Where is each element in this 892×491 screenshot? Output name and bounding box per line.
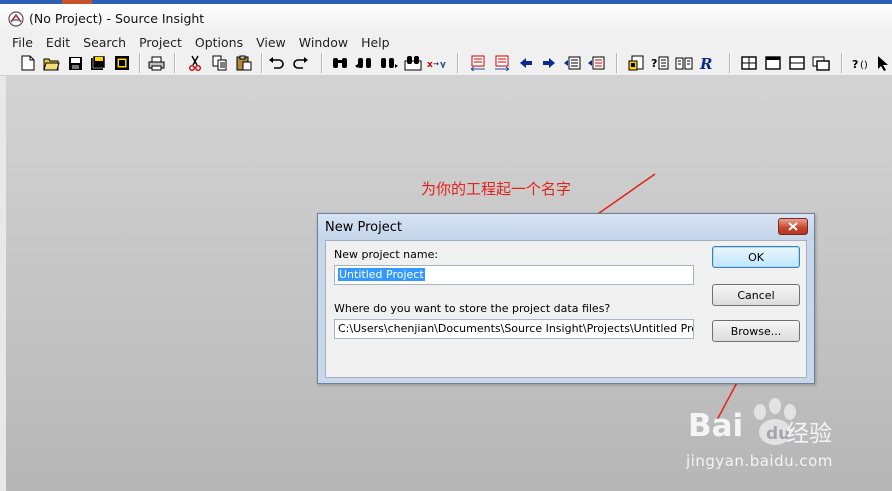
cut-icon[interactable] [186,54,204,72]
symbol-info-icon[interactable]: ? [651,54,669,72]
svg-text:(): () [860,60,868,70]
find-prev-icon[interactable] [355,54,373,72]
svg-text:?: ? [651,57,657,70]
back-arrow-icon[interactable] [517,54,535,72]
watermark-brand-cn: 经验 [786,421,832,447]
project-name-value: Untitled Project [338,268,425,281]
menu-options[interactable]: Options [189,35,250,50]
menu-window[interactable]: Window [293,35,355,50]
replace-icon[interactable]: x → y [427,54,447,72]
dialog-title: New Project [325,220,402,235]
window-title: (No Project) - Source Insight [29,11,205,26]
menu-file[interactable]: File [0,35,40,50]
toolbar-separator [174,53,176,73]
watermark-url: jingyan.baidu.com [686,452,833,470]
redo-icon[interactable] [291,54,309,72]
search-files-icon[interactable] [404,54,422,72]
annotation-text: 为你的工程起一个名字 [421,180,572,198]
toolbar-separator [321,53,323,73]
dialog-close-button[interactable] [778,218,808,235]
main-toolbar: x → y ? R ?() [0,51,892,76]
paste-icon[interactable] [235,54,253,72]
lookup-reference-icon[interactable] [627,54,645,72]
toolbar-separator [841,53,843,73]
toolbar-separator [616,53,618,73]
cascade-windows-icon[interactable] [812,54,830,72]
open-folder-icon[interactable] [42,54,60,72]
location-input[interactable]: C:\Users\chenjian\Documents\Source Insig… [334,319,694,339]
jump-to-caller-icon[interactable] [587,54,605,72]
window-titlebar: (No Project) - Source Insight [0,4,892,33]
menu-view[interactable]: View [250,35,293,50]
menu-project[interactable]: Project [133,35,189,50]
svg-text:R: R [699,55,712,71]
context-help-icon[interactable]: ?() [852,54,872,72]
menu-help[interactable]: Help [355,35,397,50]
menu-edit[interactable]: Edit [40,35,77,50]
new-file-icon[interactable] [19,54,37,72]
source-insight-app-icon [8,10,24,27]
go-back-mark-icon[interactable] [469,54,487,72]
menu-bar: File Edit Search Project Options View Wi… [0,33,892,51]
layout-three-icon[interactable] [788,54,806,72]
browse-book-icon[interactable] [675,54,693,72]
go-forward-mark-icon[interactable] [493,54,511,72]
menu-search[interactable]: Search [77,35,133,50]
new-project-dialog: New Project New project name: Untitled P… [317,213,815,384]
toolbar-separator [261,53,263,73]
project-name-label: New project name: [334,248,439,261]
cancel-button[interactable]: Cancel [712,284,800,306]
find-icon[interactable] [331,54,349,72]
dialog-body: New project name: Untitled Project Where… [325,240,807,378]
toolbar-separator [139,53,141,73]
jump-to-definition-icon[interactable] [563,54,581,72]
layout-one-icon[interactable] [740,54,758,72]
project-name-input[interactable]: Untitled Project [334,265,694,285]
location-label: Where do you want to store the project d… [334,302,611,315]
ok-button[interactable]: OK [712,246,800,268]
relation-icon[interactable]: R [699,54,717,72]
forward-arrow-icon[interactable] [540,54,558,72]
undo-icon[interactable] [267,54,285,72]
toolbar-separator [729,53,731,73]
save-icon[interactable] [66,54,84,72]
close-icon [788,222,798,231]
pointer-icon[interactable] [874,54,892,72]
print-icon[interactable] [147,54,165,72]
toolbar-separator [457,53,459,73]
close-file-icon[interactable] [113,54,131,72]
save-all-icon[interactable] [89,54,107,72]
browse-button[interactable]: Browse... [712,320,800,342]
find-next-icon[interactable] [380,54,398,72]
layout-two-icon[interactable] [764,54,782,72]
svg-text:?: ? [852,58,858,70]
copy-icon[interactable] [211,54,229,72]
svg-text:y: y [440,60,446,68]
dialog-titlebar[interactable]: New Project [318,214,814,240]
svg-text:→: → [433,60,439,68]
